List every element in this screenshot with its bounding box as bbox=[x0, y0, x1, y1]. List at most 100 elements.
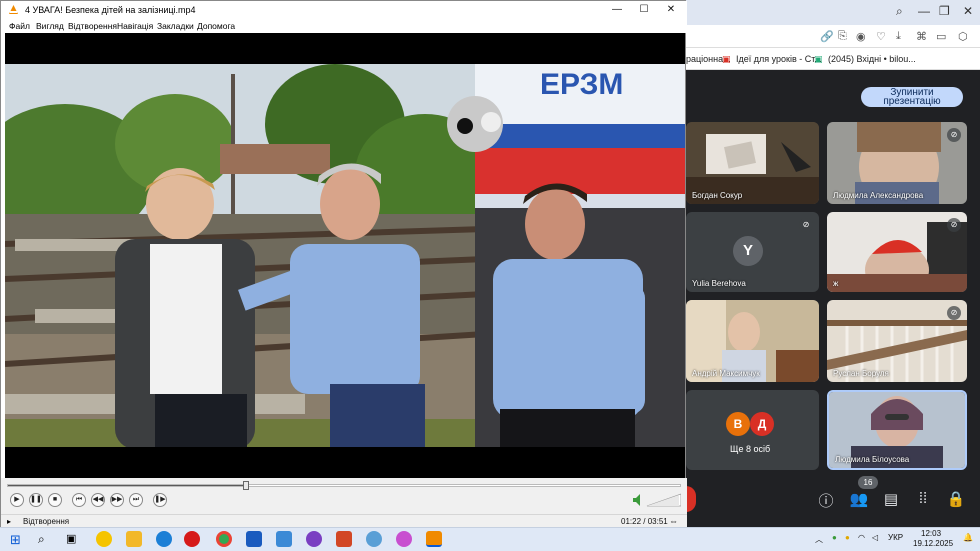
opera-icon[interactable] bbox=[184, 531, 200, 547]
chat-icon[interactable]: ▤ bbox=[881, 490, 901, 508]
bookmark-icon: ▣ bbox=[814, 54, 823, 64]
search-tabs-icon[interactable]: ⌕ bbox=[896, 4, 903, 19]
menu-bookmarks[interactable]: Закладки bbox=[157, 21, 194, 31]
notification-icon[interactable]: 🔔 bbox=[963, 533, 973, 542]
puzzle-icon[interactable]: ⌘ bbox=[916, 30, 927, 43]
more-participants-tile[interactable]: В Д Ще 8 осіб bbox=[686, 390, 819, 470]
participant-tile[interactable]: Y ⊘ Yulia Berehova bbox=[686, 212, 819, 292]
next-icon[interactable]: ⏭ bbox=[129, 493, 143, 507]
maximize-icon[interactable]: ☐ bbox=[633, 3, 655, 17]
participant-name: Андрій Максимчук bbox=[692, 369, 760, 378]
vlc-icon[interactable] bbox=[426, 531, 442, 547]
time-readout: 01:22 / 03:51 bbox=[621, 517, 668, 526]
pause-icon[interactable]: ❚❚ bbox=[29, 493, 43, 507]
participant-name: Yulia Berehova bbox=[692, 279, 746, 288]
photos-icon[interactable] bbox=[276, 531, 292, 547]
bookmark-item[interactable]: Ідеї для уроків - Ст... bbox=[736, 54, 822, 64]
menu-navigation[interactable]: Навігація bbox=[117, 21, 153, 31]
mic-off-icon: ⊘ bbox=[947, 218, 961, 232]
heart-icon[interactable]: ♡ bbox=[876, 30, 886, 43]
participant-name: ж bbox=[833, 279, 839, 288]
media-player-window: 4 УВАГА! Безпека дітей на залізниці.mp4 … bbox=[0, 0, 687, 528]
word-icon[interactable] bbox=[246, 531, 262, 547]
camera-icon[interactable]: ◉ bbox=[856, 30, 866, 43]
task-view-icon[interactable]: ▣ bbox=[66, 532, 82, 548]
play-icon[interactable]: ▶ bbox=[10, 493, 24, 507]
player-title-bar: 4 УВАГА! Безпека дітей на залізниці.mp4 … bbox=[1, 1, 687, 19]
browser-title-bar: ⌕ — ❐ ✕ bbox=[686, 0, 980, 25]
tray-chevron-icon[interactable]: ︿ bbox=[815, 534, 823, 545]
link-icon[interactable]: 🔗 bbox=[820, 30, 834, 43]
participant-tile[interactable]: ⊘ ж bbox=[827, 212, 967, 292]
menu-help[interactable]: Допомога bbox=[197, 21, 235, 31]
participant-avatar: Y bbox=[733, 236, 763, 266]
participant-avatar: В bbox=[726, 412, 750, 436]
menu-playback[interactable]: Відтворення bbox=[68, 21, 117, 31]
bookmark-item[interactable]: (2045) Вхідні • bilou... bbox=[828, 54, 916, 64]
forward-icon[interactable]: ▶▶ bbox=[110, 493, 124, 507]
viber-icon[interactable] bbox=[306, 531, 322, 547]
previous-icon[interactable]: ⏮ bbox=[72, 493, 86, 507]
participant-tile[interactable]: ⊘ Людмила Александрова bbox=[827, 122, 967, 204]
frame-step-icon[interactable]: ❚▶ bbox=[153, 493, 167, 507]
people-icon[interactable]: 👥 bbox=[849, 490, 869, 508]
bookmark-icon: ▣ bbox=[722, 54, 731, 64]
translate-icon[interactable]: ⎘ bbox=[838, 30, 847, 43]
window-title: 4 УВАГА! Безпека дітей на залізниці.mp4 bbox=[25, 5, 196, 15]
extension-icon[interactable]: ⬡ bbox=[958, 30, 968, 43]
participant-name: Людмила Александрова bbox=[833, 191, 924, 200]
participant-tile[interactable]: ⊘ Руслан Боруля bbox=[827, 300, 967, 382]
menu-file[interactable]: Файл bbox=[9, 21, 30, 31]
wifi-icon[interactable]: ◠ bbox=[858, 533, 865, 542]
minimize-icon[interactable]: — bbox=[918, 4, 930, 18]
people-count-badge: 16 bbox=[858, 476, 878, 489]
download-icon[interactable]: ⤓ bbox=[896, 30, 901, 43]
tray-app-icon[interactable]: ● bbox=[832, 533, 837, 542]
info-icon[interactable]: ⓘ bbox=[816, 490, 836, 511]
minimize-icon[interactable]: — bbox=[606, 3, 628, 17]
sidebar-icon[interactable]: ▭ bbox=[936, 30, 946, 43]
participant-video bbox=[827, 212, 967, 292]
file-explorer-icon[interactable] bbox=[126, 531, 142, 547]
participant-tile[interactable]: Людмила Білоусова bbox=[827, 390, 967, 470]
tray-app-icon[interactable]: ● bbox=[845, 533, 850, 542]
participant-tile[interactable]: Богдан Сокур bbox=[686, 122, 819, 204]
chrome-icon[interactable] bbox=[216, 531, 232, 547]
close-icon[interactable]: ✕ bbox=[963, 4, 973, 18]
app-icon[interactable] bbox=[96, 531, 112, 547]
player-app-icon bbox=[9, 5, 18, 14]
playback-status: Відтворення bbox=[23, 517, 70, 526]
restore-icon[interactable]: ❐ bbox=[939, 4, 950, 18]
clock-date[interactable]: 19.12.2025 bbox=[913, 539, 953, 548]
video-display[interactable]: ЕРЗМ bbox=[5, 33, 685, 478]
mic-off-icon: ⊘ bbox=[947, 128, 961, 142]
playing-icon: ▸ bbox=[7, 517, 12, 526]
seek-bar[interactable] bbox=[7, 484, 681, 487]
host-controls-icon[interactable]: 🔒 bbox=[946, 490, 966, 508]
app-icon[interactable] bbox=[396, 531, 412, 547]
bookmarks-bar: раціонна... ▣ Ідеї для уроків - Ст... ▣ … bbox=[686, 48, 980, 70]
start-icon[interactable]: ⊞ bbox=[10, 532, 26, 548]
apps-icon[interactable]: ⁞⁞ bbox=[913, 490, 933, 507]
menu-view[interactable]: Вигляд bbox=[36, 21, 64, 31]
seek-handle[interactable] bbox=[243, 481, 250, 490]
menu-bar: Файл Вигляд Відтворення Навігація Заклад… bbox=[1, 19, 687, 33]
powerpoint-icon[interactable] bbox=[336, 531, 352, 547]
language-indicator[interactable]: УКР bbox=[888, 533, 903, 542]
volume-icon[interactable]: ◁ bbox=[872, 533, 878, 542]
search-icon[interactable]: ⌕ bbox=[38, 532, 54, 548]
participant-tile[interactable]: Андрій Максимчук bbox=[686, 300, 819, 382]
close-icon[interactable]: ✕ bbox=[660, 3, 682, 17]
participant-name: Людмила Білоусова bbox=[835, 455, 910, 464]
clock-time[interactable]: 12:03 bbox=[921, 529, 941, 538]
status-bar: ▸ Відтворення 01:22 / 03:51 ⇔ bbox=[1, 514, 687, 528]
speed-icon[interactable]: ⇔ bbox=[669, 516, 678, 526]
rewind-icon[interactable]: ◀◀ bbox=[91, 493, 105, 507]
stop-icon[interactable]: ■ bbox=[48, 493, 62, 507]
stop-presenting-button[interactable]: Зупинити презентацію bbox=[861, 87, 963, 107]
seek-progress bbox=[8, 485, 247, 486]
edge-icon[interactable] bbox=[156, 531, 172, 547]
app-icon[interactable] bbox=[366, 531, 382, 547]
video-frame: ЕРЗМ bbox=[5, 64, 685, 447]
volume-control[interactable] bbox=[633, 493, 681, 507]
